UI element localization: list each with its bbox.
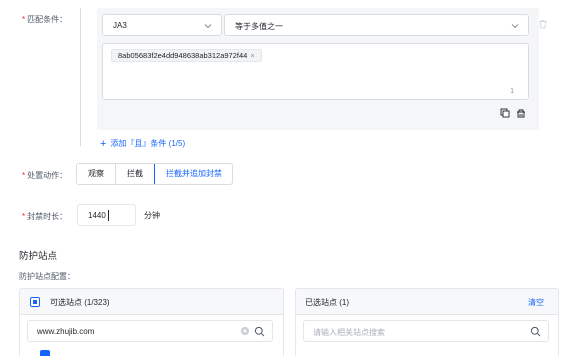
field-select[interactable]: JA3	[102, 14, 222, 36]
chevron-down-icon	[204, 24, 212, 29]
ban-duration-label: * 封禁时长：	[22, 212, 68, 221]
search-icon[interactable]	[254, 326, 265, 337]
ban-duration-input[interactable]: 1440	[77, 204, 136, 226]
required-star: *	[22, 212, 26, 221]
operator-select[interactable]: 等于多值之一	[224, 14, 529, 36]
action-option-block[interactable]: 拦截	[116, 164, 155, 184]
trash-icon[interactable]	[538, 19, 548, 29]
required-star: *	[22, 15, 26, 24]
char-counter: 1	[510, 88, 514, 95]
site-row-checkbox[interactable]	[40, 350, 50, 356]
ban-duration-unit: 分钟	[144, 211, 160, 220]
copy-icon[interactable]	[500, 108, 510, 118]
clear-input-icon[interactable]	[240, 326, 250, 336]
action-option-observe[interactable]: 观察	[77, 164, 116, 184]
selected-sites-header: 已选站点 (1) 清空	[296, 289, 558, 315]
match-values-textarea[interactable]: 8ab05683f2e4dd948638ab312a972f44 × 1	[102, 43, 529, 100]
plus-icon: +	[100, 138, 107, 150]
available-sites-title: 可选站点 (1/323)	[50, 298, 110, 307]
clear-format-icon[interactable]	[516, 108, 526, 118]
required-star: *	[22, 171, 26, 180]
selected-sites-search-input[interactable]: 请输入相关站点搜索	[303, 320, 549, 342]
value-tag: 8ab05683f2e4dd948638ab312a972f44 ×	[111, 49, 262, 62]
condition-divider	[80, 8, 81, 146]
site-config-label: 防护站点配置：	[19, 272, 75, 281]
action-option-block-and-ban[interactable]: 拦截并追加封禁	[154, 164, 232, 184]
action-label: * 处置动作：	[22, 171, 68, 180]
section-title: 防护站点	[19, 251, 58, 262]
action-segmented-control: 观察 拦截 拦截并追加封禁	[76, 163, 233, 185]
available-sites-header: 可选站点 (1/323)	[20, 289, 283, 315]
add-and-condition-link[interactable]: + 添加『且』条件 (1/5)	[100, 137, 185, 150]
match-condition-label: * 匹配条件：	[22, 15, 68, 24]
close-icon[interactable]: ×	[250, 51, 254, 60]
selected-sites-title: 已选站点 (1)	[305, 298, 349, 307]
search-icon[interactable]	[530, 326, 541, 337]
text-caret	[108, 210, 109, 221]
chevron-down-icon	[511, 24, 519, 29]
select-all-checkbox[interactable]	[30, 297, 40, 307]
available-sites-search-input[interactable]: www.zhujib.com	[27, 320, 273, 342]
clear-button[interactable]: 清空	[528, 297, 544, 308]
